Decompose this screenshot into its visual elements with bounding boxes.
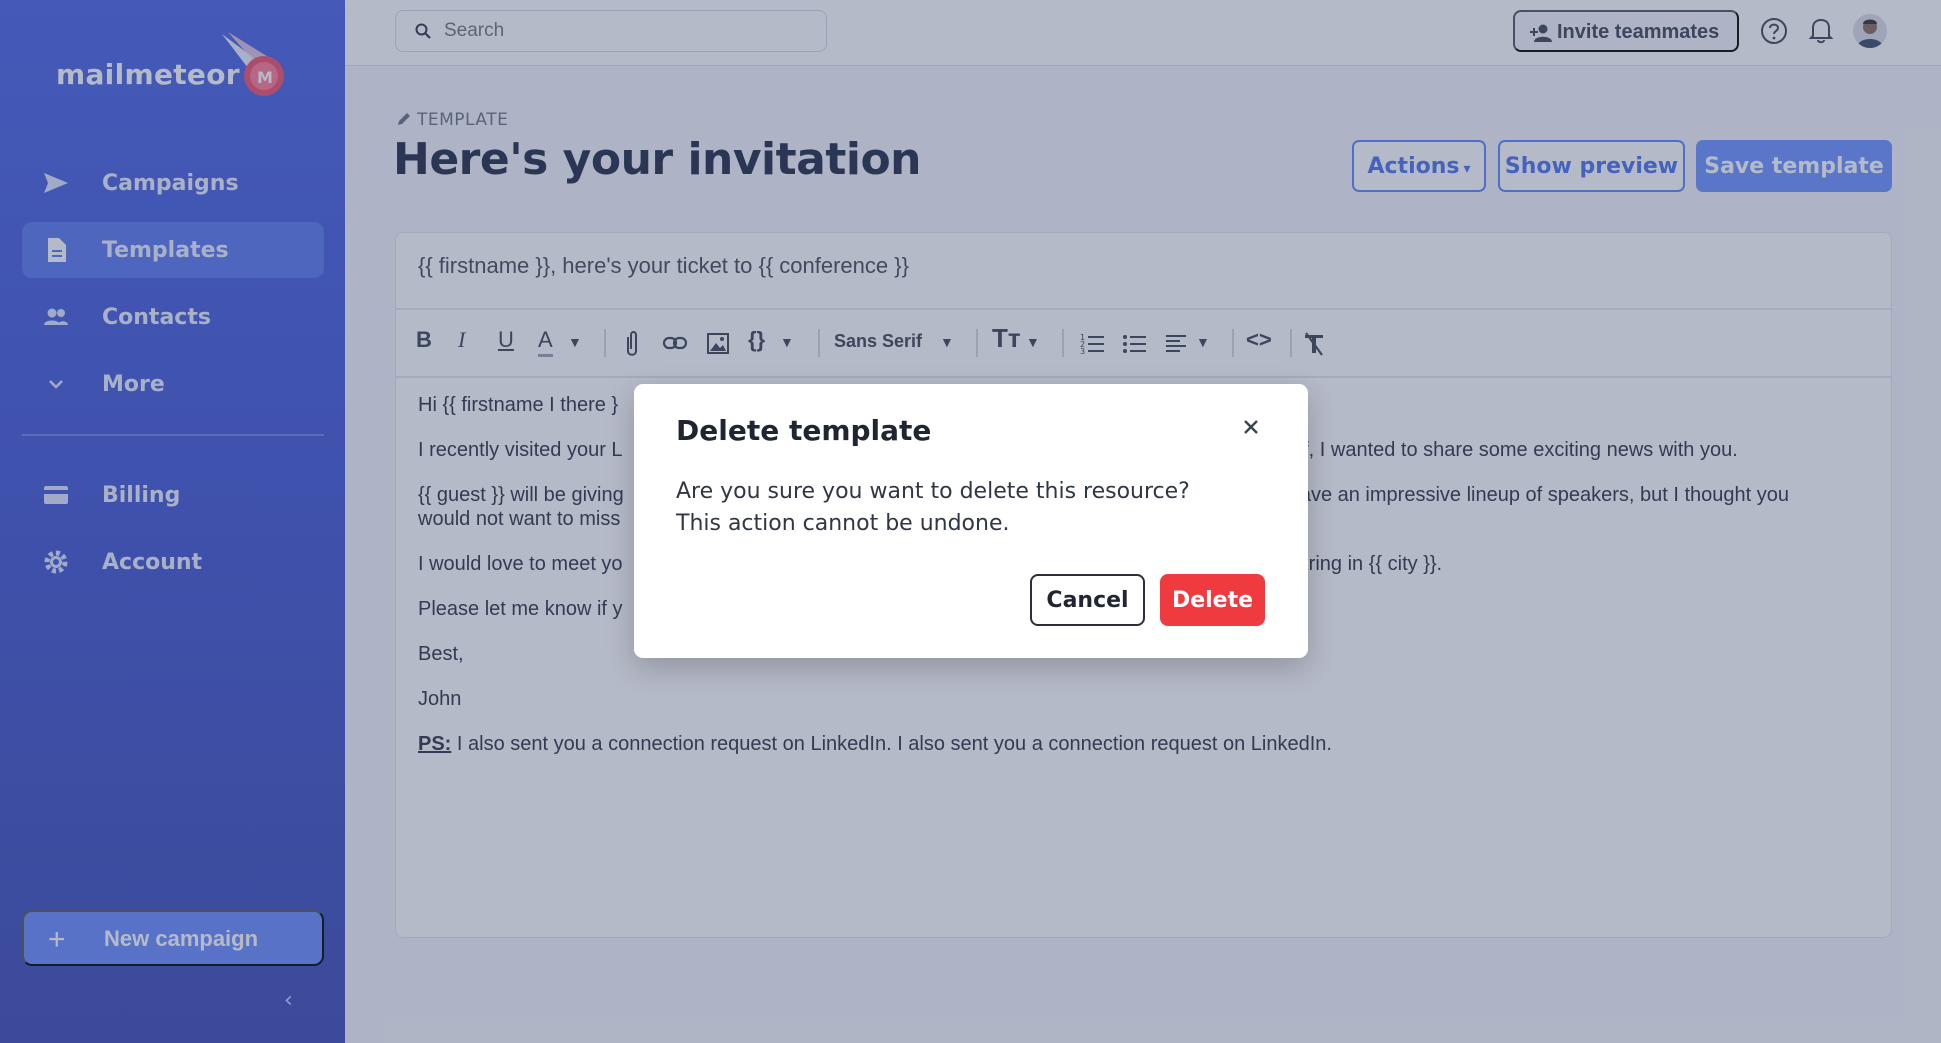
close-button[interactable] (1238, 414, 1264, 440)
delete-button[interactable]: Delete (1160, 574, 1265, 626)
modal-message: Are you sure you want to delete this res… (676, 479, 1190, 536)
delete-template-dialog: Delete template Are you sure you want to… (634, 384, 1308, 658)
cancel-button[interactable]: Cancel (1030, 574, 1145, 626)
modal-title: Delete template (676, 414, 932, 447)
close-icon (1244, 420, 1258, 434)
